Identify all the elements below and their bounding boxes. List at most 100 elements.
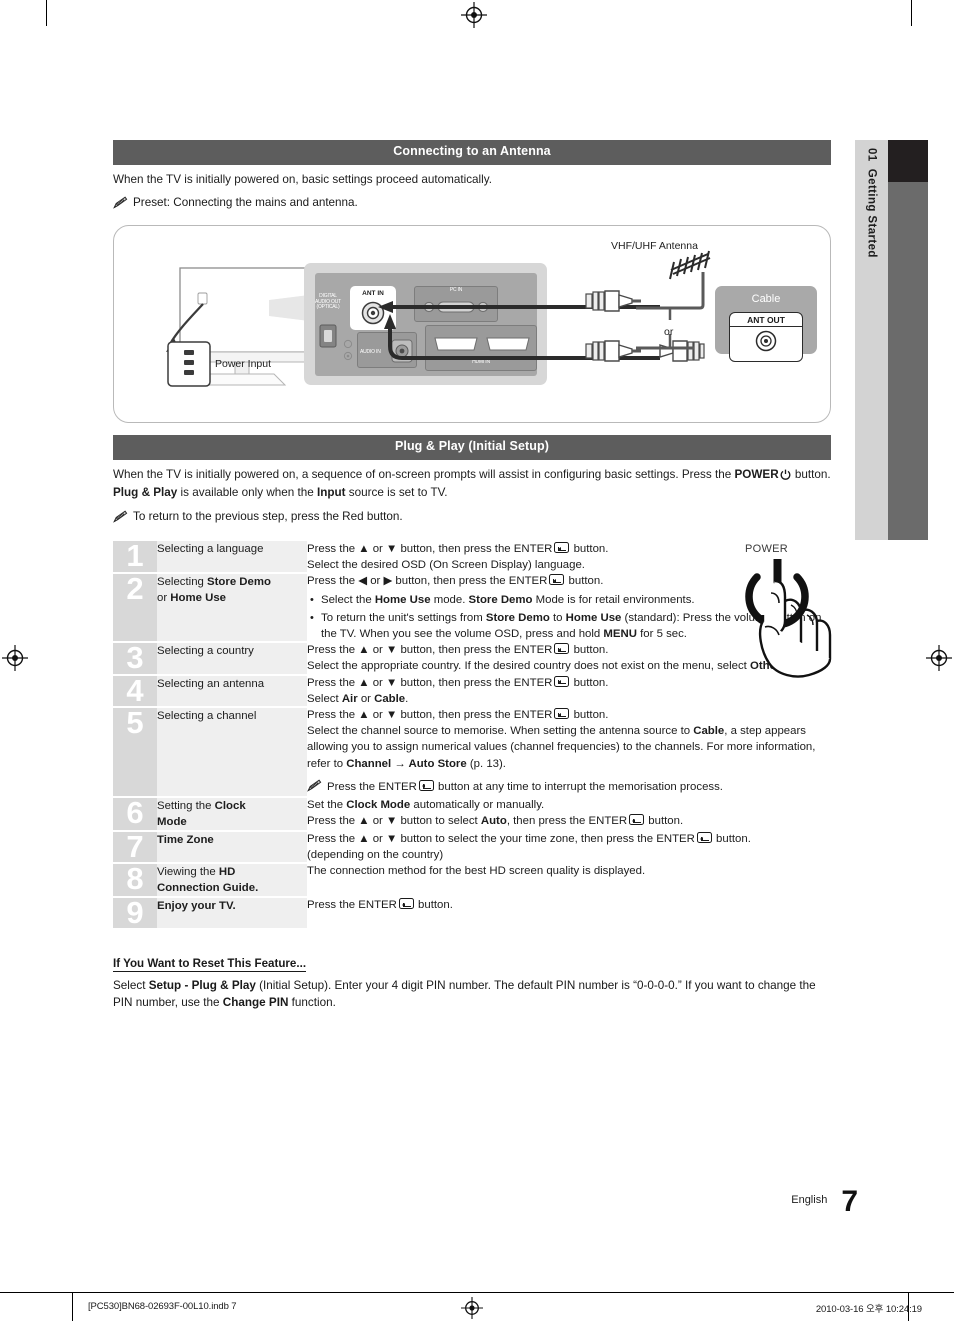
note-pencil-icon (307, 779, 322, 797)
step-description: Press the ▲ or ▼ button to select the yo… (307, 831, 831, 864)
step-title: Enjoy your TV. (157, 897, 307, 931)
registration-mark-top (461, 2, 487, 28)
ant-out-port-icon (755, 330, 777, 351)
step-title: Viewing the HD Connection Guide. (157, 863, 307, 899)
step-line: Select Air or Cable. (307, 692, 409, 705)
enter-key-icon (629, 814, 645, 826)
print-timestamp: 2010-03-16 오후 10:24:19 (815, 1304, 922, 1315)
enter-key-icon (549, 574, 565, 586)
step-line: (depending on the country) (307, 849, 444, 862)
step-title: Selecting a language (157, 541, 307, 575)
step-number: 2 (113, 573, 157, 644)
chapter-marker-active (888, 140, 928, 182)
plug-play-steps-table: 1 Selecting a language Press the ▲ or ▼ bu… (113, 540, 831, 931)
antenna-note-text: Preset: Connecting the mains and antenna… (133, 196, 358, 210)
step-row: 6 Setting the Clock Mode Set the Clock Mode… (113, 797, 831, 833)
registration-mark-bottom (461, 1297, 483, 1319)
reset-body-part1: Select (113, 979, 149, 993)
ant-out-label: ANT OUT (730, 313, 802, 327)
step-number: 6 (113, 797, 157, 833)
page-content: Connecting to an Antenna When the TV is … (113, 140, 831, 1012)
step-title: Setting the Clock Mode (157, 797, 307, 833)
ant-out-port: ANT OUT (729, 311, 803, 362)
enter-key-icon (554, 675, 570, 687)
crop-mark-top-left (46, 0, 47, 26)
note-pencil-icon (113, 510, 128, 529)
reset-heading: If You Want to Reset This Feature... (113, 957, 307, 973)
step-title: Time Zone (157, 831, 307, 865)
plug-play-intro-part2: button. (791, 467, 831, 481)
reset-feature-block: If You Want to Reset This Feature... Sel… (113, 954, 831, 1011)
registration-mark-right (926, 645, 952, 671)
step-title: Selecting a country (157, 642, 307, 676)
step-row: 9 Enjoy your TV. Press the ENTER button. (113, 897, 831, 931)
coax-connector-bottom-left (585, 340, 641, 362)
plug-play-intro-part4: source is set to TV. (345, 486, 448, 499)
antenna-or-label: or (664, 325, 674, 338)
language-label: English (791, 1194, 828, 1206)
av-jacks-icon (343, 339, 353, 360)
registration-mark-left (2, 645, 28, 671)
ant-in-label: ANT IN (362, 289, 384, 297)
step-title: Selecting a channel (157, 707, 307, 799)
enter-key-icon (418, 779, 434, 791)
hand-pressing-power-icon (745, 559, 832, 678)
chapter-title: Getting Started (865, 168, 878, 258)
footer-divider (0, 1292, 954, 1293)
power-input-connector (167, 341, 211, 387)
setup-plug-play-keyword: Setup - Plug & Play (148, 979, 256, 993)
step-row: 1 Selecting a language Press the ▲ or ▼ bu… (113, 540, 831, 575)
step-row: 8 Viewing the HD Connection Guide. The conn… (113, 863, 831, 899)
section-heading-plug-play: Plug & Play (Initial Setup) (113, 434, 831, 460)
step-note-text: Press the ENTER button at any time to in… (327, 779, 723, 793)
antenna-connection-diagram: Power Input DIGITAL AUDIO OUT (OPTICAL) AN… (113, 224, 831, 423)
step-number: 5 (113, 707, 157, 799)
step-row: 2 Selecting Store Demo or Home Use Press th… (113, 573, 831, 644)
step-line: Set the Clock Mode automatically or manu… (307, 799, 545, 812)
footer-rule-left (72, 1292, 73, 1321)
step-number: 7 (113, 831, 157, 865)
step-line: Select the channel source to memorise. W… (307, 725, 816, 770)
plug-play-note-text: To return to the previous step, press th… (133, 509, 403, 523)
change-pin-keyword: Change PIN (222, 996, 289, 1010)
plug-play-note: To return to the previous step, press th… (113, 509, 831, 529)
chapter-number: 01 (865, 148, 878, 162)
coax-connector-top (585, 290, 641, 312)
crop-mark-top-right (911, 0, 912, 26)
enter-key-icon (398, 898, 414, 910)
step-description: Press the ENTER button. (307, 897, 831, 930)
step-number: 1 (113, 540, 157, 575)
step-description: The connection method for the best HD sc… (307, 863, 831, 898)
chapter-tab-label: 01 Getting Started (866, 148, 878, 258)
power-input-label: Power Input (215, 357, 272, 370)
step-description: Set the Clock Mode automatically or manu… (307, 797, 831, 832)
manual-page: 01 Getting Started Connecting to an Ante… (0, 0, 954, 1321)
antenna-intro-text: When the TV is initially powered on, bas… (113, 172, 492, 186)
step-line: The connection method for the best HD sc… (307, 865, 646, 878)
step-row: 7 Time Zone Press the ▲ or ▼ button to sel… (113, 831, 831, 865)
step-row: 3 Selecting a country Press the ▲ or ▼ but… (113, 642, 831, 676)
step-number: 8 (113, 863, 157, 899)
note-pencil-icon (113, 196, 128, 215)
plug-play-intro-part1: When the TV is initially powered on, a s… (113, 467, 735, 481)
optical-port-icon (319, 324, 337, 348)
page-footer: English 7 (0, 1185, 858, 1219)
step-number: 4 (113, 674, 157, 709)
enter-key-icon (554, 708, 570, 720)
step-number: 3 (113, 642, 157, 676)
step-line: Press the ENTER button. (307, 898, 453, 912)
pc-in-label: PC IN (449, 286, 463, 293)
section-heading-antenna: Connecting to an Antenna (113, 140, 831, 165)
enter-key-icon (554, 643, 570, 655)
vhf-uhf-antenna-label: VHF/UHF Antenna (611, 239, 698, 252)
chapter-marker-rest (888, 182, 928, 540)
plug-play-keyword: Plug & Play (113, 486, 178, 499)
reset-body: Select Setup - Plug & Play (Initial Setu… (113, 978, 831, 1011)
step-line: Press the ▲ or ▼ button to select Auto, … (307, 814, 684, 828)
step-row: 5 Selecting a channel Press the ▲ or ▼ but… (113, 707, 831, 799)
cable-box-title: Cable (751, 292, 781, 305)
plug-play-intro: When the TV is initially powered on, a s… (113, 467, 831, 502)
step-row: 4 Selecting an antenna Press the ▲ or ▼ bu… (113, 674, 831, 709)
enter-key-icon (696, 832, 712, 844)
source-file-name: [PC530]BN68-02693F-00L10.indb 7 (88, 1301, 237, 1312)
